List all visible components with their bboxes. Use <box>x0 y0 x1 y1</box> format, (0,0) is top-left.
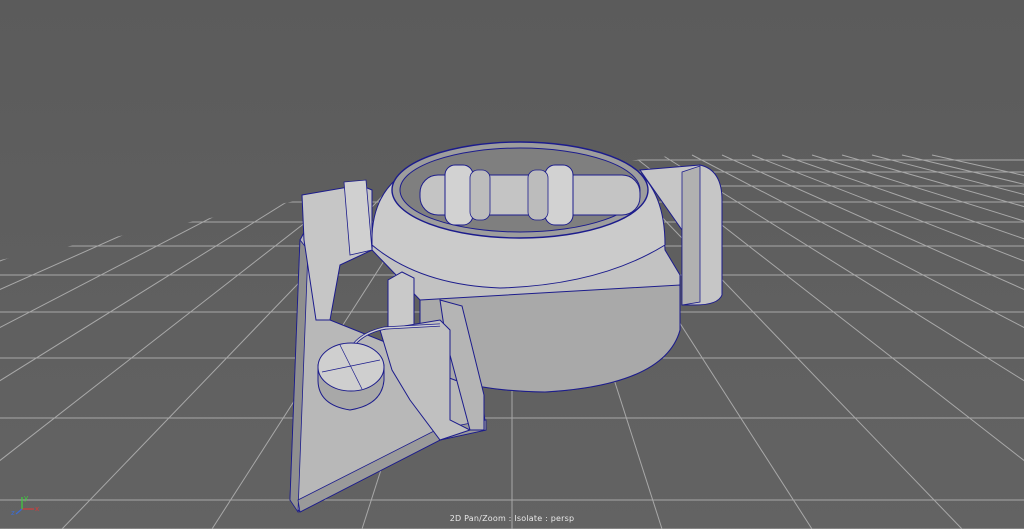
grid-column-line <box>841 154 1024 529</box>
grid-column-line <box>781 154 1024 529</box>
axis-y-label: y <box>24 494 28 502</box>
grid-column-line <box>0 154 273 529</box>
grid-column-line <box>0 154 93 529</box>
grid-column-line <box>0 154 153 529</box>
grid-column-line <box>811 154 1024 529</box>
grid-column-line <box>0 154 183 529</box>
grid-column-line <box>0 154 243 529</box>
mesh-model[interactable] <box>289 141 723 514</box>
grid-column-line <box>751 154 1024 529</box>
grid-column-line <box>721 154 1024 529</box>
viewport-scene[interactable] <box>0 0 1024 529</box>
axis-gizmo: x y z <box>11 494 39 516</box>
grid-column-line <box>0 154 213 529</box>
grid-column-line <box>0 154 333 529</box>
axis-x-label: x <box>35 505 39 513</box>
grid-column-line <box>0 154 303 529</box>
grid-column-line <box>0 154 123 529</box>
grid-column-line <box>691 154 1024 529</box>
viewport-hud-label: 2D Pan/Zoom : Isolate : persp <box>449 514 575 523</box>
perspective-viewport[interactable]: x y z 2D Pan/Zoom : Isolate : persp <box>0 0 1024 529</box>
grid-column-line <box>931 154 1024 529</box>
grid-column-line <box>901 154 1024 529</box>
